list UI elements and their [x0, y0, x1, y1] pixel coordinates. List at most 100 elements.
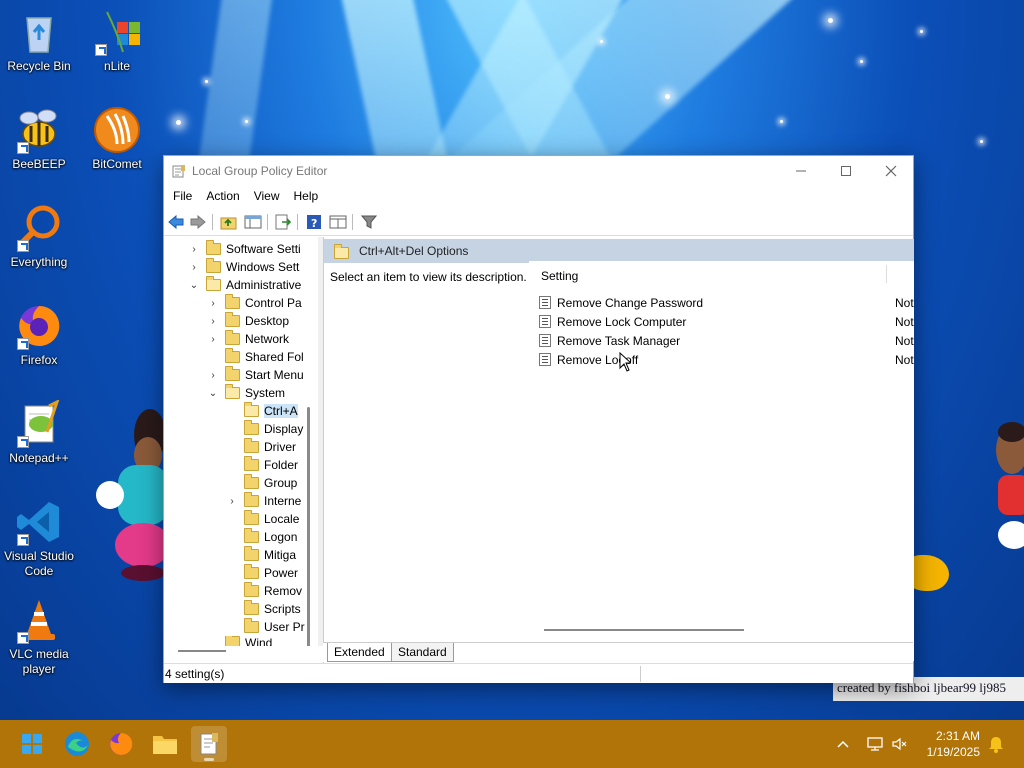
folder-icon: [206, 258, 221, 273]
setting-row[interactable]: Remove Lock Computer: [539, 312, 686, 331]
list-horizontal-scrollbar[interactable]: [544, 629, 744, 631]
chevron-right-icon[interactable]: ›: [207, 333, 219, 345]
menu-action[interactable]: Action: [199, 186, 246, 208]
up-one-level-button[interactable]: [219, 212, 239, 232]
tree-item[interactable]: Locale: [226, 510, 299, 528]
menu-file[interactable]: File: [166, 186, 199, 208]
tree-item[interactable]: Display: [226, 420, 303, 438]
network-tray-button[interactable]: [866, 720, 884, 768]
tree-item[interactable]: Wind: [207, 636, 272, 646]
volume-tray-button[interactable]: [891, 720, 909, 768]
tree-item[interactable]: › Desktop: [207, 312, 289, 330]
chevron-right-icon[interactable]: ›: [188, 243, 200, 255]
desktop-icon-beebeep[interactable]: BeeBEEP: [0, 106, 78, 172]
status-text: 4 setting(s): [165, 667, 225, 681]
tree-item[interactable]: Group: [226, 474, 297, 492]
tree-item[interactable]: › Control Pa: [207, 294, 302, 312]
console-tree[interactable]: › Software Setti › Windows Sett ⌄ Administr…: [164, 237, 318, 646]
export-list-icon: [275, 214, 292, 230]
settings-list[interactable]: Setting Remove Change Password Not Remov…: [529, 261, 914, 661]
column-header-setting[interactable]: Setting: [541, 269, 578, 283]
tree-item[interactable]: Driver: [226, 438, 296, 456]
tree-item[interactable]: Remov: [226, 582, 302, 600]
tree-item[interactable]: ⌄ System: [207, 384, 285, 402]
policy-setting-icon: [539, 296, 551, 309]
title-bar[interactable]: Local Group Policy Editor: [164, 156, 913, 186]
desktop-icon-everything[interactable]: Everything: [0, 204, 78, 270]
tab-extended[interactable]: Extended: [327, 643, 392, 662]
tree-item[interactable]: Power: [226, 564, 298, 582]
recycle-bin-icon: [15, 8, 63, 56]
tree-horizontal-scrollbar[interactable]: [178, 650, 226, 652]
folder-icon: [244, 420, 259, 435]
desktop-icon-vscode[interactable]: Visual Studio Code: [0, 498, 78, 579]
export-list-button[interactable]: [273, 212, 293, 232]
folder-icon: [244, 492, 259, 507]
setting-row[interactable]: Remove Change Password: [539, 293, 703, 312]
column-separator[interactable]: [886, 265, 887, 283]
folder-icon: [244, 474, 259, 489]
desktop-icon-notepadpp[interactable]: Notepad++: [0, 399, 78, 466]
help-button[interactable]: ?: [304, 212, 324, 232]
desktop-icon-recycle-bin[interactable]: Recycle Bin: [0, 8, 78, 74]
menu-view[interactable]: View: [247, 186, 287, 208]
chevron-right-icon[interactable]: ›: [207, 315, 219, 327]
tree-item[interactable]: › Network: [207, 330, 289, 348]
tree-item[interactable]: User Pr: [226, 618, 305, 636]
tree-item[interactable]: Folder: [226, 456, 298, 474]
tab-standard[interactable]: Standard: [391, 643, 454, 662]
chevron-right-icon[interactable]: ›: [226, 495, 238, 507]
taskbar-file-explorer[interactable]: [147, 726, 183, 762]
desktop-icon-firefox[interactable]: Firefox: [0, 302, 78, 368]
properties-button[interactable]: [328, 212, 348, 232]
tree-item[interactable]: Mitiga: [226, 546, 296, 564]
tree-item[interactable]: Scripts: [226, 600, 301, 618]
show-hide-tree-button[interactable]: [243, 212, 263, 232]
show-hidden-icons-button[interactable]: [836, 720, 850, 768]
back-arrow-icon: [168, 215, 184, 229]
desktop-icon-bitcomet[interactable]: BitComet: [78, 106, 156, 172]
tree-item-selected[interactable]: Ctrl+A: [226, 402, 298, 420]
tree-item[interactable]: Logon: [226, 528, 297, 546]
chevron-down-icon[interactable]: ⌄: [188, 279, 200, 291]
taskbar-group-policy-editor[interactable]: [191, 726, 227, 762]
back-button[interactable]: [166, 212, 186, 232]
tree-item[interactable]: ⌄ Administrative: [188, 276, 301, 294]
chevron-right-icon[interactable]: ›: [188, 261, 200, 273]
filter-button[interactable]: [359, 212, 379, 232]
setting-row[interactable]: Remove Task Manager: [539, 331, 680, 350]
tree-item[interactable]: Shared Fol: [207, 348, 304, 366]
bitcomet-icon: [93, 106, 141, 154]
chevron-right-icon[interactable]: ›: [207, 369, 219, 381]
vscode-icon: [15, 498, 63, 546]
desktop-icon-label: VLC media player: [9, 647, 69, 676]
maximize-button[interactable]: [823, 156, 869, 186]
taskbar-edge[interactable]: [59, 726, 95, 762]
chevron-right-icon[interactable]: ›: [207, 297, 219, 309]
taskbar-firefox[interactable]: [103, 726, 139, 762]
notifications-button[interactable]: [988, 720, 1004, 768]
desktop-icon-vlc[interactable]: VLC media player: [0, 596, 78, 677]
taskbar-clock[interactable]: 2:31 AM 1/19/2025: [914, 728, 980, 760]
forward-button[interactable]: [188, 212, 208, 232]
menu-help[interactable]: Help: [287, 186, 326, 208]
folder-icon: [225, 330, 240, 345]
notepadpp-icon: [15, 399, 63, 448]
minimize-button[interactable]: [778, 156, 824, 186]
tree-item[interactable]: › Windows Sett: [188, 258, 299, 276]
group-policy-editor-window[interactable]: Local Group Policy Editor File Action Vi…: [163, 155, 914, 683]
folder-icon: [225, 366, 240, 381]
close-button[interactable]: [868, 156, 914, 186]
desktop-icon-nlite[interactable]: nLite: [78, 8, 156, 74]
chevron-down-icon[interactable]: ⌄: [207, 387, 219, 399]
folder-icon: [244, 528, 259, 543]
tree-vertical-scrollbar[interactable]: [307, 407, 310, 646]
mouse-cursor-icon: [619, 352, 631, 372]
start-button[interactable]: [14, 726, 50, 762]
desktop-icon-label: Notepad++: [9, 451, 69, 465]
tree-item[interactable]: › Start Menu: [207, 366, 304, 384]
toolbar-separator: [297, 214, 298, 230]
tree-item[interactable]: › Interne: [226, 492, 301, 510]
toolbar: ?: [164, 208, 913, 236]
tree-item[interactable]: › Software Setti: [188, 240, 301, 258]
